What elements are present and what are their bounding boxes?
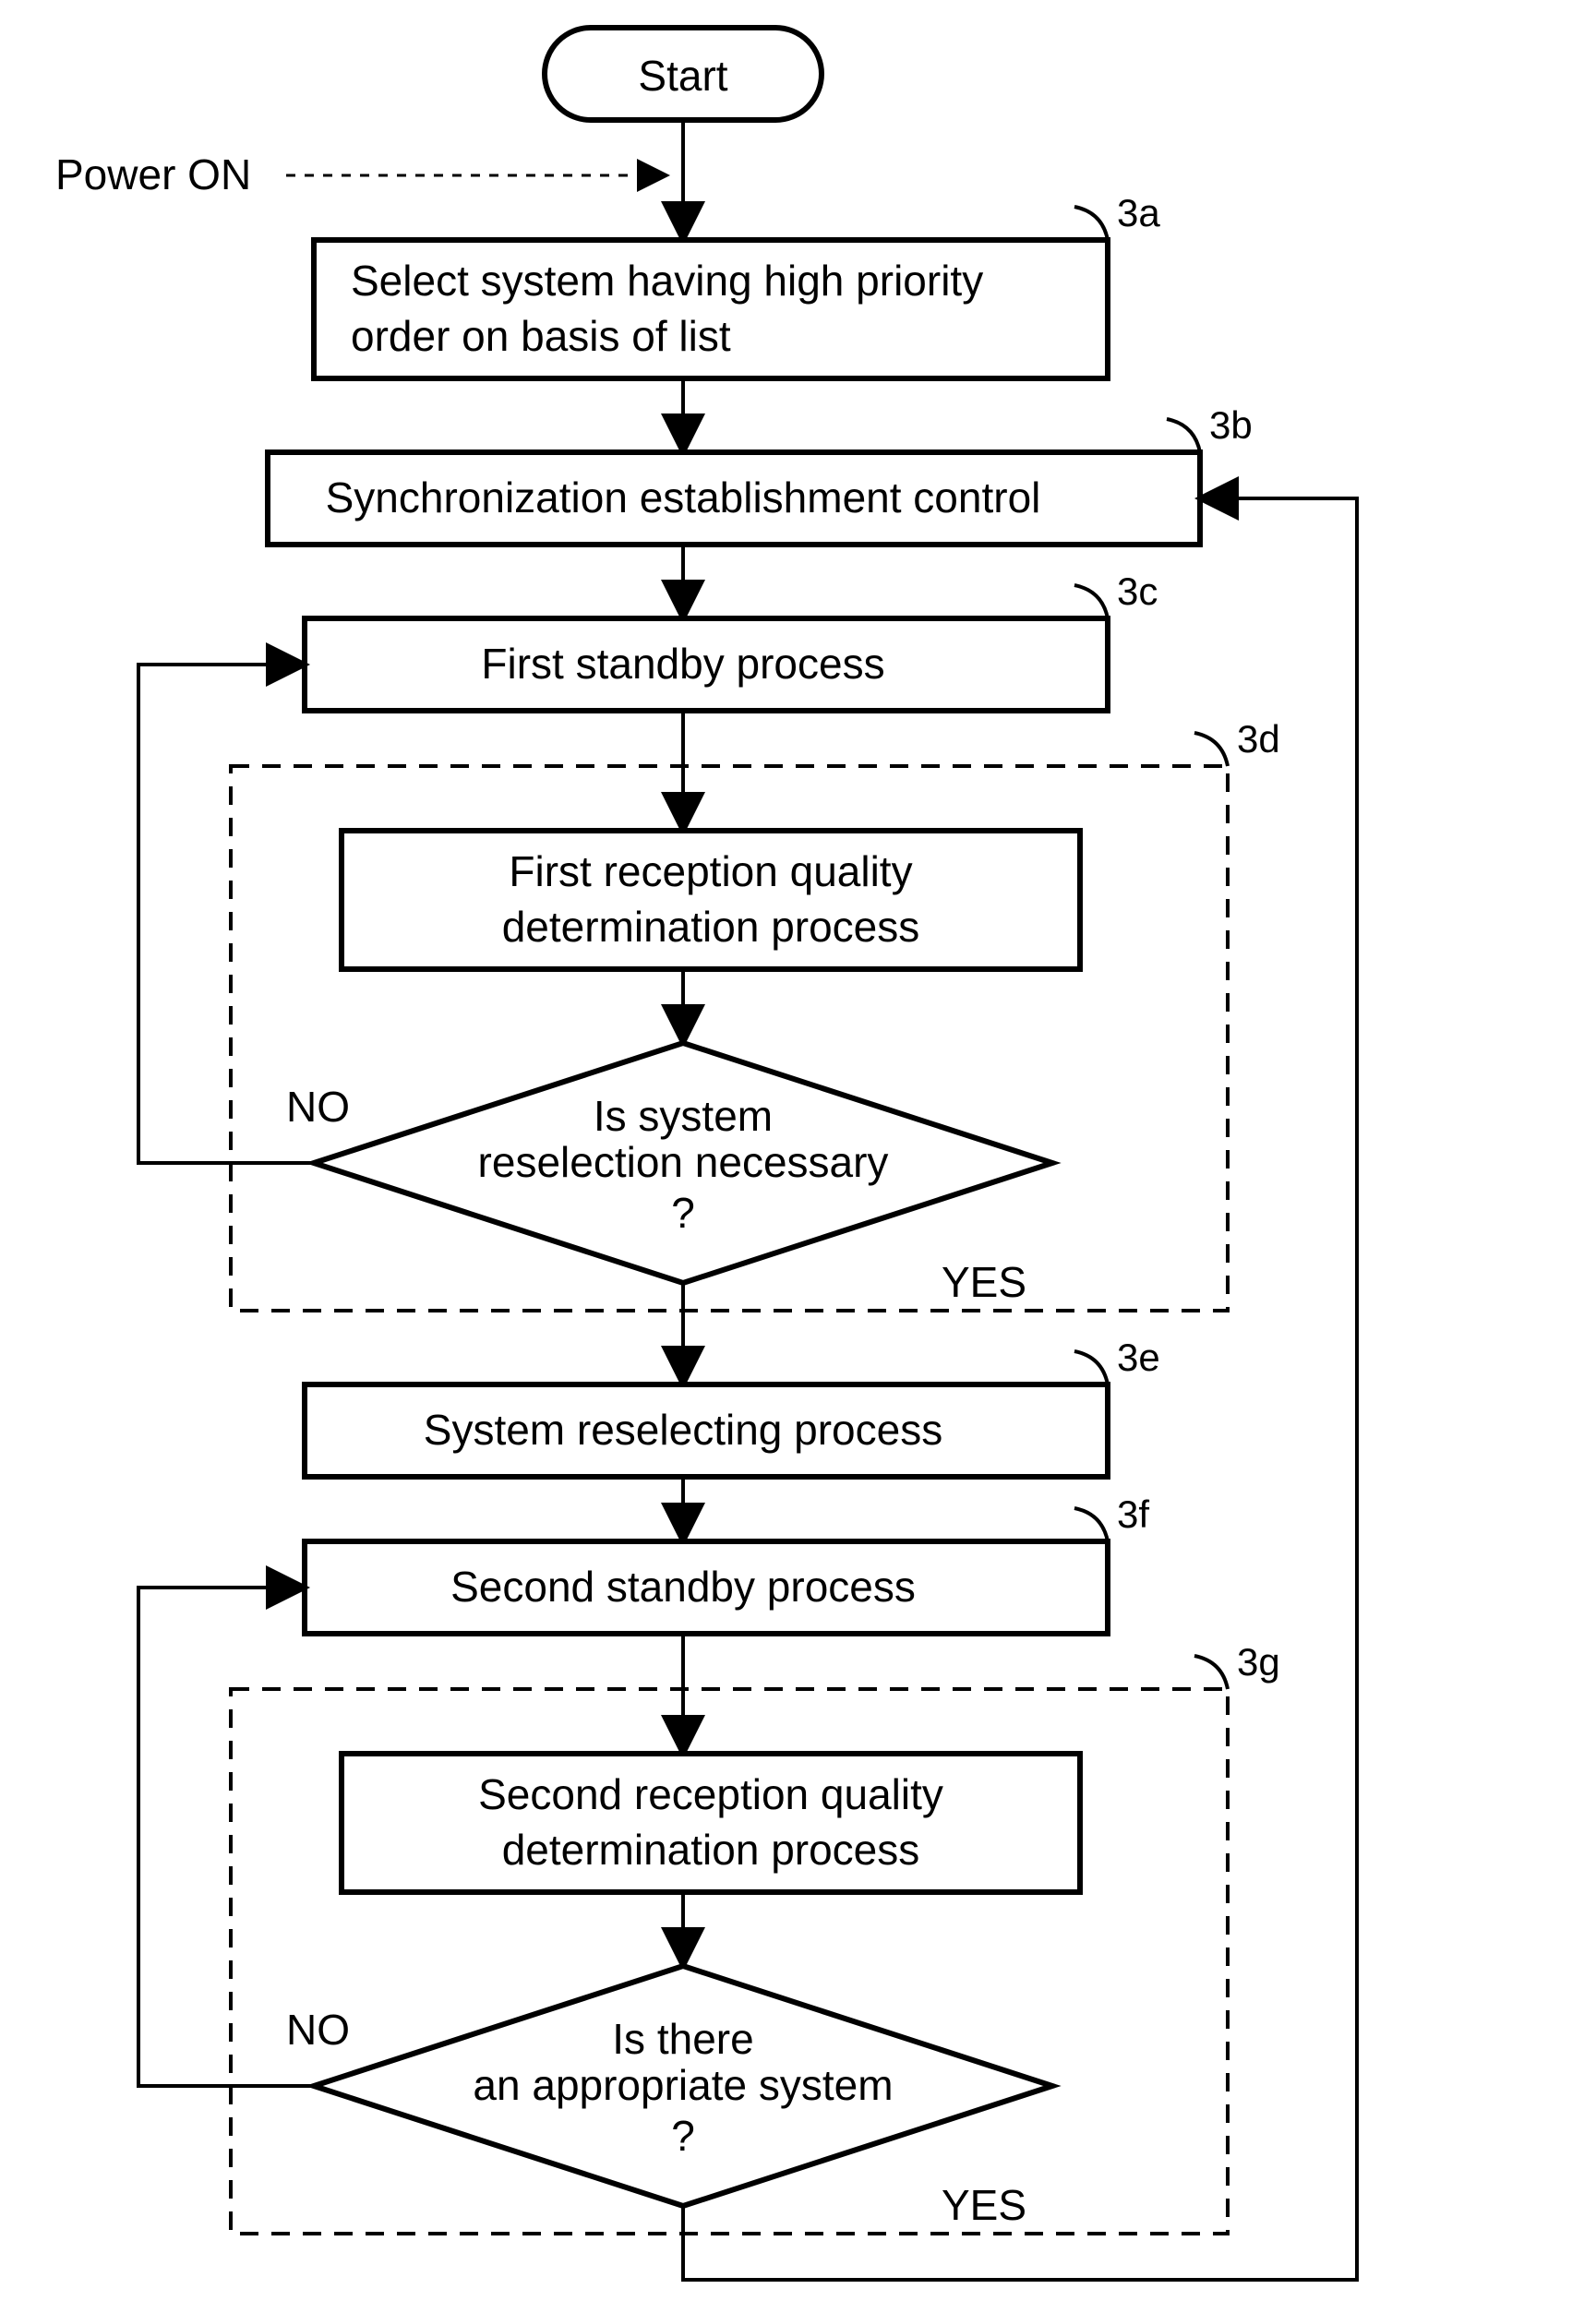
- leader-3e: [1074, 1351, 1108, 1384]
- label-3a: 3a: [1117, 191, 1160, 234]
- dec1-yes: YES: [942, 1258, 1026, 1306]
- dec1-l3: ?: [671, 1189, 695, 1237]
- box-first-reception-l2: determination process: [502, 903, 920, 951]
- box-first-reception-l1: First reception quality: [509, 847, 912, 895]
- label-3d: 3d: [1237, 717, 1280, 761]
- label-3c: 3c: [1117, 569, 1158, 613]
- box-second-reception-l2: determination process: [502, 1826, 920, 1874]
- leader-3b: [1167, 419, 1200, 452]
- start-label: Start: [638, 52, 727, 100]
- box-3b-text: Synchronization establishment control: [326, 473, 1041, 521]
- flowchart-canvas: Start Power ON Select system having high…: [0, 0, 1596, 2313]
- leader-3c: [1074, 585, 1108, 618]
- box-3c-text: First standby process: [481, 640, 884, 688]
- dec2-no: NO: [286, 2006, 350, 2054]
- label-3f: 3f: [1117, 1492, 1149, 1536]
- leader-3d: [1194, 733, 1228, 766]
- dec1-no: NO: [286, 1083, 350, 1131]
- dec1-l2: reselection necessary: [478, 1138, 889, 1186]
- dec2-yes: YES: [942, 2181, 1026, 2229]
- label-3e: 3e: [1117, 1336, 1160, 1379]
- box-3e-text: System reselecting process: [424, 1406, 942, 1454]
- dec2-l1: Is there: [612, 2015, 753, 2063]
- dec2-l3: ?: [671, 2112, 695, 2160]
- box-second-reception-l1: Second reception quality: [478, 1770, 943, 1818]
- leader-3f: [1074, 1508, 1108, 1541]
- box-3a-line2: order on basis of list: [351, 312, 731, 360]
- box-3a-line1: Select system having high priority: [351, 257, 983, 305]
- leader-3g: [1194, 1656, 1228, 1689]
- dec1-l1: Is system: [594, 1092, 773, 1140]
- label-3g: 3g: [1237, 1640, 1280, 1684]
- box-3f-text: Second standby process: [450, 1563, 916, 1611]
- leader-3a: [1074, 207, 1108, 240]
- label-3b: 3b: [1209, 403, 1253, 447]
- power-on-label: Power ON: [55, 150, 251, 198]
- dec2-l2: an appropriate system: [473, 2061, 893, 2109]
